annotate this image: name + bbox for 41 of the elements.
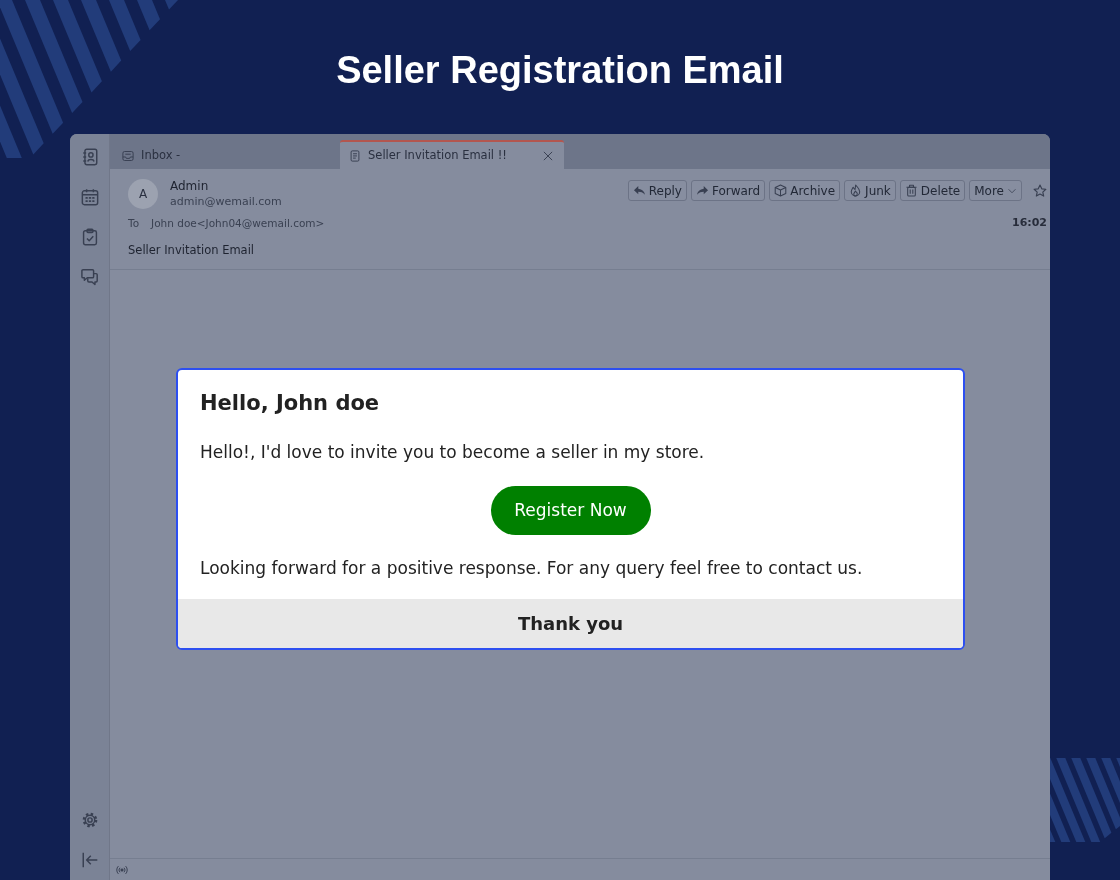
to-label: To <box>128 216 140 230</box>
star-icon[interactable] <box>1033 183 1047 198</box>
diagonal-stripe <box>165 0 178 10</box>
sender-email: admin@wemail.com <box>170 194 282 209</box>
reply-button[interactable]: Reply <box>627 180 687 201</box>
arrow-to-bar-icon[interactable] <box>80 851 99 869</box>
page-title: Seller Registration Email <box>336 48 784 93</box>
forward-button[interactable]: Forward <box>690 180 766 201</box>
tab-label: Inbox - <box>141 146 181 164</box>
sender-name: Admin <box>170 179 210 194</box>
inbox-tab[interactable]: Inbox - <box>113 140 337 169</box>
sender-avatar: A <box>128 179 158 209</box>
calendar-icon[interactable] <box>80 188 99 206</box>
invitation-text: Hello!, I'd love to invite you to become a seller in my store. <box>200 441 706 464</box>
greeting-heading: Hello, John doe <box>200 390 381 417</box>
inbox-tray-icon <box>122 149 134 162</box>
message-tab[interactable]: Seller Invitation Email !! <box>340 140 564 169</box>
message-subject: Seller Invitation Email <box>128 243 255 257</box>
document-icon <box>349 149 361 162</box>
archive-button[interactable]: Archive <box>769 180 841 201</box>
box-icon <box>774 184 788 197</box>
register-now-button[interactable]: Register Now <box>490 486 651 535</box>
message-time: 16:02 <box>1012 216 1047 230</box>
recipient-address: John doe<John04@wemail.com> <box>151 216 325 230</box>
contact-book-icon[interactable] <box>80 148 99 166</box>
more-button[interactable]: More <box>969 180 1022 201</box>
delete-button[interactable]: Delete <box>899 180 966 201</box>
chat-bubbles-icon[interactable] <box>80 268 99 286</box>
trash-icon <box>904 184 918 197</box>
settings-icon[interactable] <box>80 811 99 829</box>
diagonal-stripe <box>0 105 22 158</box>
broadcast-icon <box>116 863 128 876</box>
closing-text: Looking forward for a positive response. For any query feel free to contact us. <box>200 557 864 580</box>
junk-button[interactable]: Junk <box>844 180 896 201</box>
clipboard-check-icon[interactable] <box>80 228 99 246</box>
thank-you-footer: Thank you <box>178 599 963 648</box>
tab-label: Seller Invitation Email !! <box>368 146 507 164</box>
close-icon[interactable] <box>542 149 554 162</box>
flame-icon <box>849 184 863 197</box>
forward-arrow-icon <box>695 184 709 197</box>
reply-arrow-icon <box>632 184 646 197</box>
